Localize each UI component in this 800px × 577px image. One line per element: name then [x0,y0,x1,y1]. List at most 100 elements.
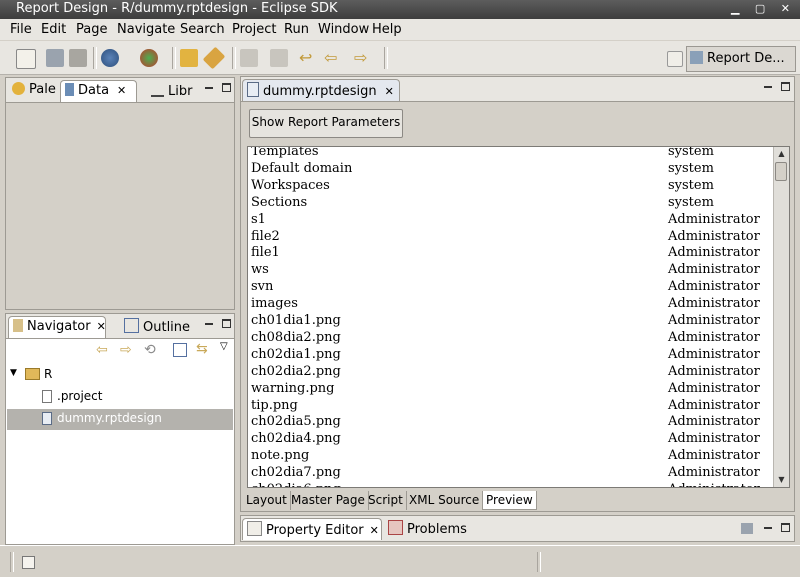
menu-page[interactable]: Page [76,22,107,37]
list-row[interactable]: ch02dia2.png Administrator [251,364,769,381]
close-icon[interactable]: ✕ [385,85,394,98]
list-row[interactable]: ch02dia4.png Administrator [251,431,769,448]
menu-project[interactable]: Project [232,22,276,37]
close-icon[interactable]: ✕ [370,524,379,537]
list-row[interactable]: svn Administrator [251,279,769,296]
tree-item-dummy-rptdesign[interactable]: dummy.rptdesign [7,409,233,430]
list-row[interactable]: ws Administrator [251,262,769,279]
menu-run[interactable]: Run [284,22,309,37]
menu-window[interactable]: Window [318,22,369,37]
tab-data[interactable]: Data ✕ [60,80,137,102]
tab-master-page[interactable]: Master Page [288,491,369,510]
list-row[interactable]: ch02dia1.png Administrator [251,347,769,364]
new-icon[interactable] [16,49,36,69]
forward-icon[interactable]: ⇨ [354,49,372,67]
show-report-parameters-button[interactable]: Show Report Parameters [249,109,403,138]
tab-navigator[interactable]: Navigator ✕ [8,316,106,338]
forward-icon[interactable]: ⇨ [120,342,132,358]
chevron-down-icon[interactable]: ▼ [10,368,17,378]
list-row[interactable]: Default domain system [251,161,769,178]
tree-item-dot-project[interactable]: .project [7,387,233,408]
back-icon[interactable]: ⇦ [96,342,108,358]
menu-edit[interactable]: Edit [41,22,66,37]
report-design-perspective-button[interactable]: Report De... [686,46,796,72]
list-row[interactable]: Sections system [251,195,769,212]
open-folder-icon[interactable] [180,49,198,67]
scroll-up-icon[interactable]: ▲ [774,147,789,161]
vertical-scrollbar[interactable]: ▲ ▼ [773,147,789,487]
tab-script[interactable]: Script [365,491,407,510]
maximize-icon[interactable] [780,82,791,92]
preview-results-list[interactable]: Templates system Default domain system Works… [247,146,790,488]
menu-search[interactable]: Search [180,22,225,37]
next-annotation-icon[interactable] [240,49,258,67]
view-tabstrip: Pale Data ✕ Libr [6,78,234,103]
minimize-icon[interactable] [204,83,215,93]
list-row[interactable]: file1 Administrator [251,245,769,262]
print-icon[interactable] [69,49,87,67]
list-row[interactable]: note.png Administrator [251,448,769,465]
list-row[interactable]: file2 Administrator [251,229,769,246]
list-row[interactable]: tip.png Administrator [251,398,769,415]
collapse-all-icon[interactable] [173,343,187,357]
tab-outline[interactable]: Outline [120,316,194,338]
list-row[interactable]: ch02dia7.png Administrator [251,465,769,482]
fast-view-icon[interactable] [22,556,35,569]
tab-outline-label: Outline [143,320,191,335]
row-name: ch02dia2.png [251,363,341,379]
close-icon[interactable]: ✕ [117,84,126,97]
tab-dummy-rptdesign[interactable]: dummy.rptdesign ✕ [242,79,400,101]
list-row[interactable]: images Administrator [251,296,769,313]
maximize-icon[interactable] [221,83,232,93]
library-icon [151,82,164,97]
list-row[interactable]: ch01dia1.png Administrator [251,313,769,330]
close-icon[interactable]: ✕ [97,320,106,333]
menu-help[interactable]: Help [372,22,402,37]
link-editor-icon[interactable]: ⇆ [196,341,208,357]
window-title-bar: Report Design - R/dummy.rptdesign - Ecli… [0,0,800,19]
list-row[interactable]: s1 Administrator [251,212,769,229]
pencil-icon[interactable] [202,46,226,70]
list-row[interactable]: ch02dia5.png Administrator [251,414,769,431]
view-menu-icon[interactable] [741,523,753,534]
prev-annotation-icon[interactable] [270,49,288,67]
list-row[interactable]: warning.png Administrator [251,381,769,398]
row-owner: Administrator [668,262,760,278]
maximize-icon[interactable] [221,319,232,329]
minimize-icon[interactable] [763,523,774,533]
tab-property-editor[interactable]: Property Editor ✕ [242,518,382,540]
project-folder-icon [25,368,40,380]
problems-icon [388,520,403,535]
view-menu-icon[interactable]: ▽ [220,341,228,352]
tab-xml-source[interactable]: XML Source [406,491,484,510]
save-icon[interactable] [46,49,64,67]
list-row[interactable]: ch02dia6.png Administrator [251,482,769,487]
last-edit-icon[interactable]: ↩ [299,49,317,67]
minimize-icon[interactable] [763,82,774,92]
maximize-icon[interactable] [780,523,791,533]
list-row[interactable]: Templates system [251,147,769,161]
up-icon[interactable]: ⟲ [144,342,156,358]
run-icon[interactable] [140,49,158,67]
row-owner: system [668,177,714,193]
window-controls[interactable]: ▁ ▢ ✕ [731,2,796,15]
tab-preview[interactable]: Preview [482,491,537,510]
web-icon[interactable] [101,49,119,67]
row-owner: Administrator [668,228,760,244]
tab-library[interactable]: Libr [147,80,196,102]
minimize-icon[interactable] [204,319,215,329]
scroll-thumb[interactable] [775,162,787,181]
toolbar-separator [232,47,236,69]
list-row[interactable]: ch08dia2.png Administrator [251,330,769,347]
menu-file[interactable]: File [10,22,32,37]
tree-item-label: R [44,367,53,381]
tree-item-project[interactable]: ▼ R [7,365,233,386]
menu-navigate[interactable]: Navigate [117,22,175,37]
tab-palette[interactable]: Pale [8,80,60,102]
open-perspective-icon[interactable] [667,51,683,67]
scroll-down-icon[interactable]: ▼ [774,473,789,487]
tab-layout[interactable]: Layout [243,491,291,510]
tab-problems[interactable]: Problems [384,518,471,540]
back-icon[interactable]: ⇦ [324,49,342,67]
list-row[interactable]: Workspaces system [251,178,769,195]
